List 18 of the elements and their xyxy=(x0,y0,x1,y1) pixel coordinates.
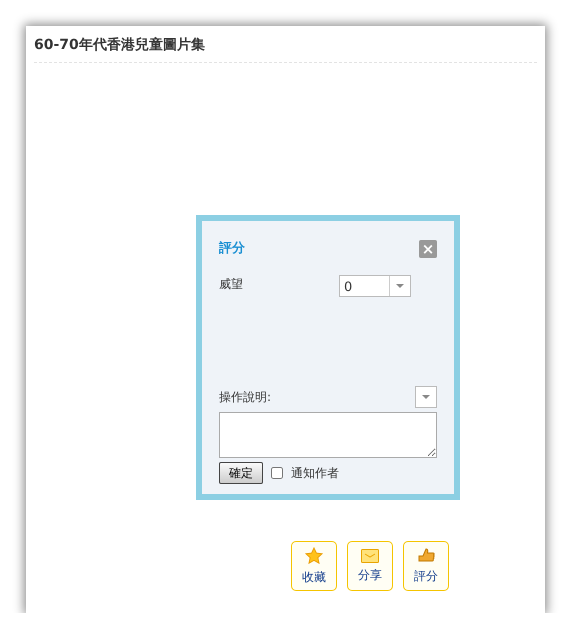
dropdown-button[interactable] xyxy=(415,386,437,408)
checkbox-label: 通知作者 xyxy=(291,465,339,482)
confirm-button[interactable]: 確定 xyxy=(219,462,263,484)
caret-icon xyxy=(422,395,430,399)
star-icon xyxy=(305,546,323,564)
field-label: 威望 xyxy=(219,276,244,292)
field-label: 操作說明: xyxy=(219,389,272,406)
action-button[interactable]: 評分 xyxy=(403,541,449,591)
notify-checkbox[interactable] xyxy=(271,467,283,479)
caret-icon xyxy=(396,284,404,288)
rating-select[interactable]: 0 xyxy=(339,274,411,296)
note-field[interactable] xyxy=(219,412,437,458)
page-title: 60-70年代香港兒童圖片集 xyxy=(33,36,206,55)
envelope-icon xyxy=(361,548,379,562)
action-button[interactable]: 分享 xyxy=(347,541,393,591)
dialog-title: 評分 xyxy=(219,240,245,258)
action-button[interactable]: 收藏 xyxy=(291,541,337,591)
thumbs-up-icon xyxy=(417,548,435,564)
